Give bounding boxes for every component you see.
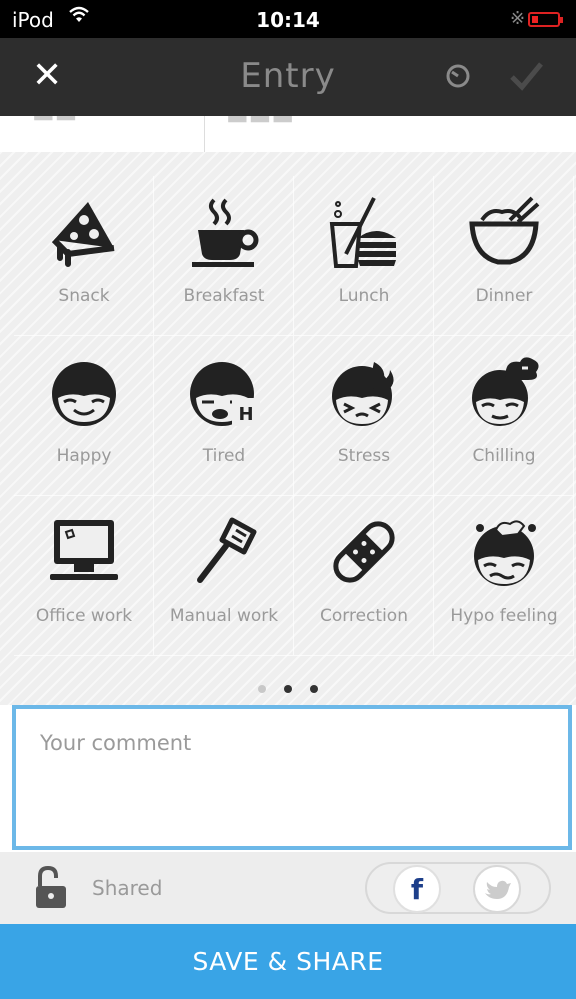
category-manual-work[interactable]: Manual work [154,496,294,656]
hypo-face-icon [474,520,536,586]
svg-text:H: H [238,404,253,425]
category-label: Lunch [338,286,390,306]
pizza-slice-icon [51,202,115,267]
nav-bar: ✕ Entry [0,38,576,116]
happy-face-icon [52,362,116,426]
category-label: Snack [58,286,110,306]
category-correction[interactable]: Correction [294,496,434,656]
tired-face-icon: H [190,362,260,426]
category-hypo-feeling[interactable]: Hypo feeling [434,496,574,656]
category-label: Happy [56,446,112,466]
clock-icon[interactable] [443,61,473,91]
burger-drink-icon [329,197,396,268]
category-breakfast[interactable]: Breakfast [154,176,294,336]
facebook-share-button[interactable]: f [393,865,441,913]
chilling-face-icon [472,357,539,426]
unlocked-padlock-icon[interactable] [34,865,68,910]
category-chilling[interactable]: Chilling [434,336,574,496]
twitter-share-button[interactable] [473,865,521,913]
battery-icon [528,12,563,27]
category-label: Hypo feeling [450,606,558,626]
page-indicator[interactable] [0,678,576,697]
status-bar: iPod 10:14 ※ [0,0,576,38]
category-label: Manual work [169,606,279,626]
page-dot[interactable] [284,685,292,693]
category-snack[interactable]: Snack [14,176,154,336]
category-label: Chilling [472,446,536,466]
bandage-icon [333,521,395,583]
save-and-share-button[interactable]: SAVE & SHARE [0,924,576,999]
clock-time: 10:14 [256,8,320,32]
category-lunch[interactable]: Lunch [294,176,434,336]
category-happy[interactable]: Happy [14,336,154,496]
cut-off-text: ▬▬▬ [226,116,295,130]
category-label: Stress [337,446,391,466]
comment-input[interactable] [12,705,572,850]
stressed-face-icon [332,362,394,426]
noodle-bowl-icon [469,196,540,265]
category-label: Correction [320,606,408,626]
category-label: Dinner [475,286,533,306]
page-title: Entry [240,56,336,96]
computer-icon [50,520,118,580]
facebook-icon: f [410,873,424,906]
page-dot[interactable] [258,685,266,693]
checkmark-icon[interactable] [506,56,546,96]
share-bar: Shared f [0,852,576,924]
category-label: Tired [202,446,246,466]
category-dinner[interactable]: Dinner [434,176,574,336]
coffee-cup-icon [192,198,259,267]
category-label: Office work [35,606,133,626]
spatula-icon [197,517,257,583]
twitter-bird-icon [485,880,511,899]
category-office-work[interactable]: Office work [14,496,154,656]
category-grid-area: Snack Breakfast Lunch Dinner Happy H Tir… [0,152,576,705]
category-label: Breakfast [183,286,265,306]
category-stress[interactable]: Stress [294,336,434,496]
bluetooth-icon: ※ [510,8,526,29]
category-tired[interactable]: H Tired [154,336,294,496]
scrolled-header-strip: ▬▬ ▬▬▬ [0,116,576,152]
category-grid: Snack Breakfast Lunch Dinner Happy H Tir… [14,176,574,656]
shared-label: Shared [92,876,163,900]
cut-off-text: ▬▬ [32,116,77,128]
page-dot[interactable] [310,685,318,693]
